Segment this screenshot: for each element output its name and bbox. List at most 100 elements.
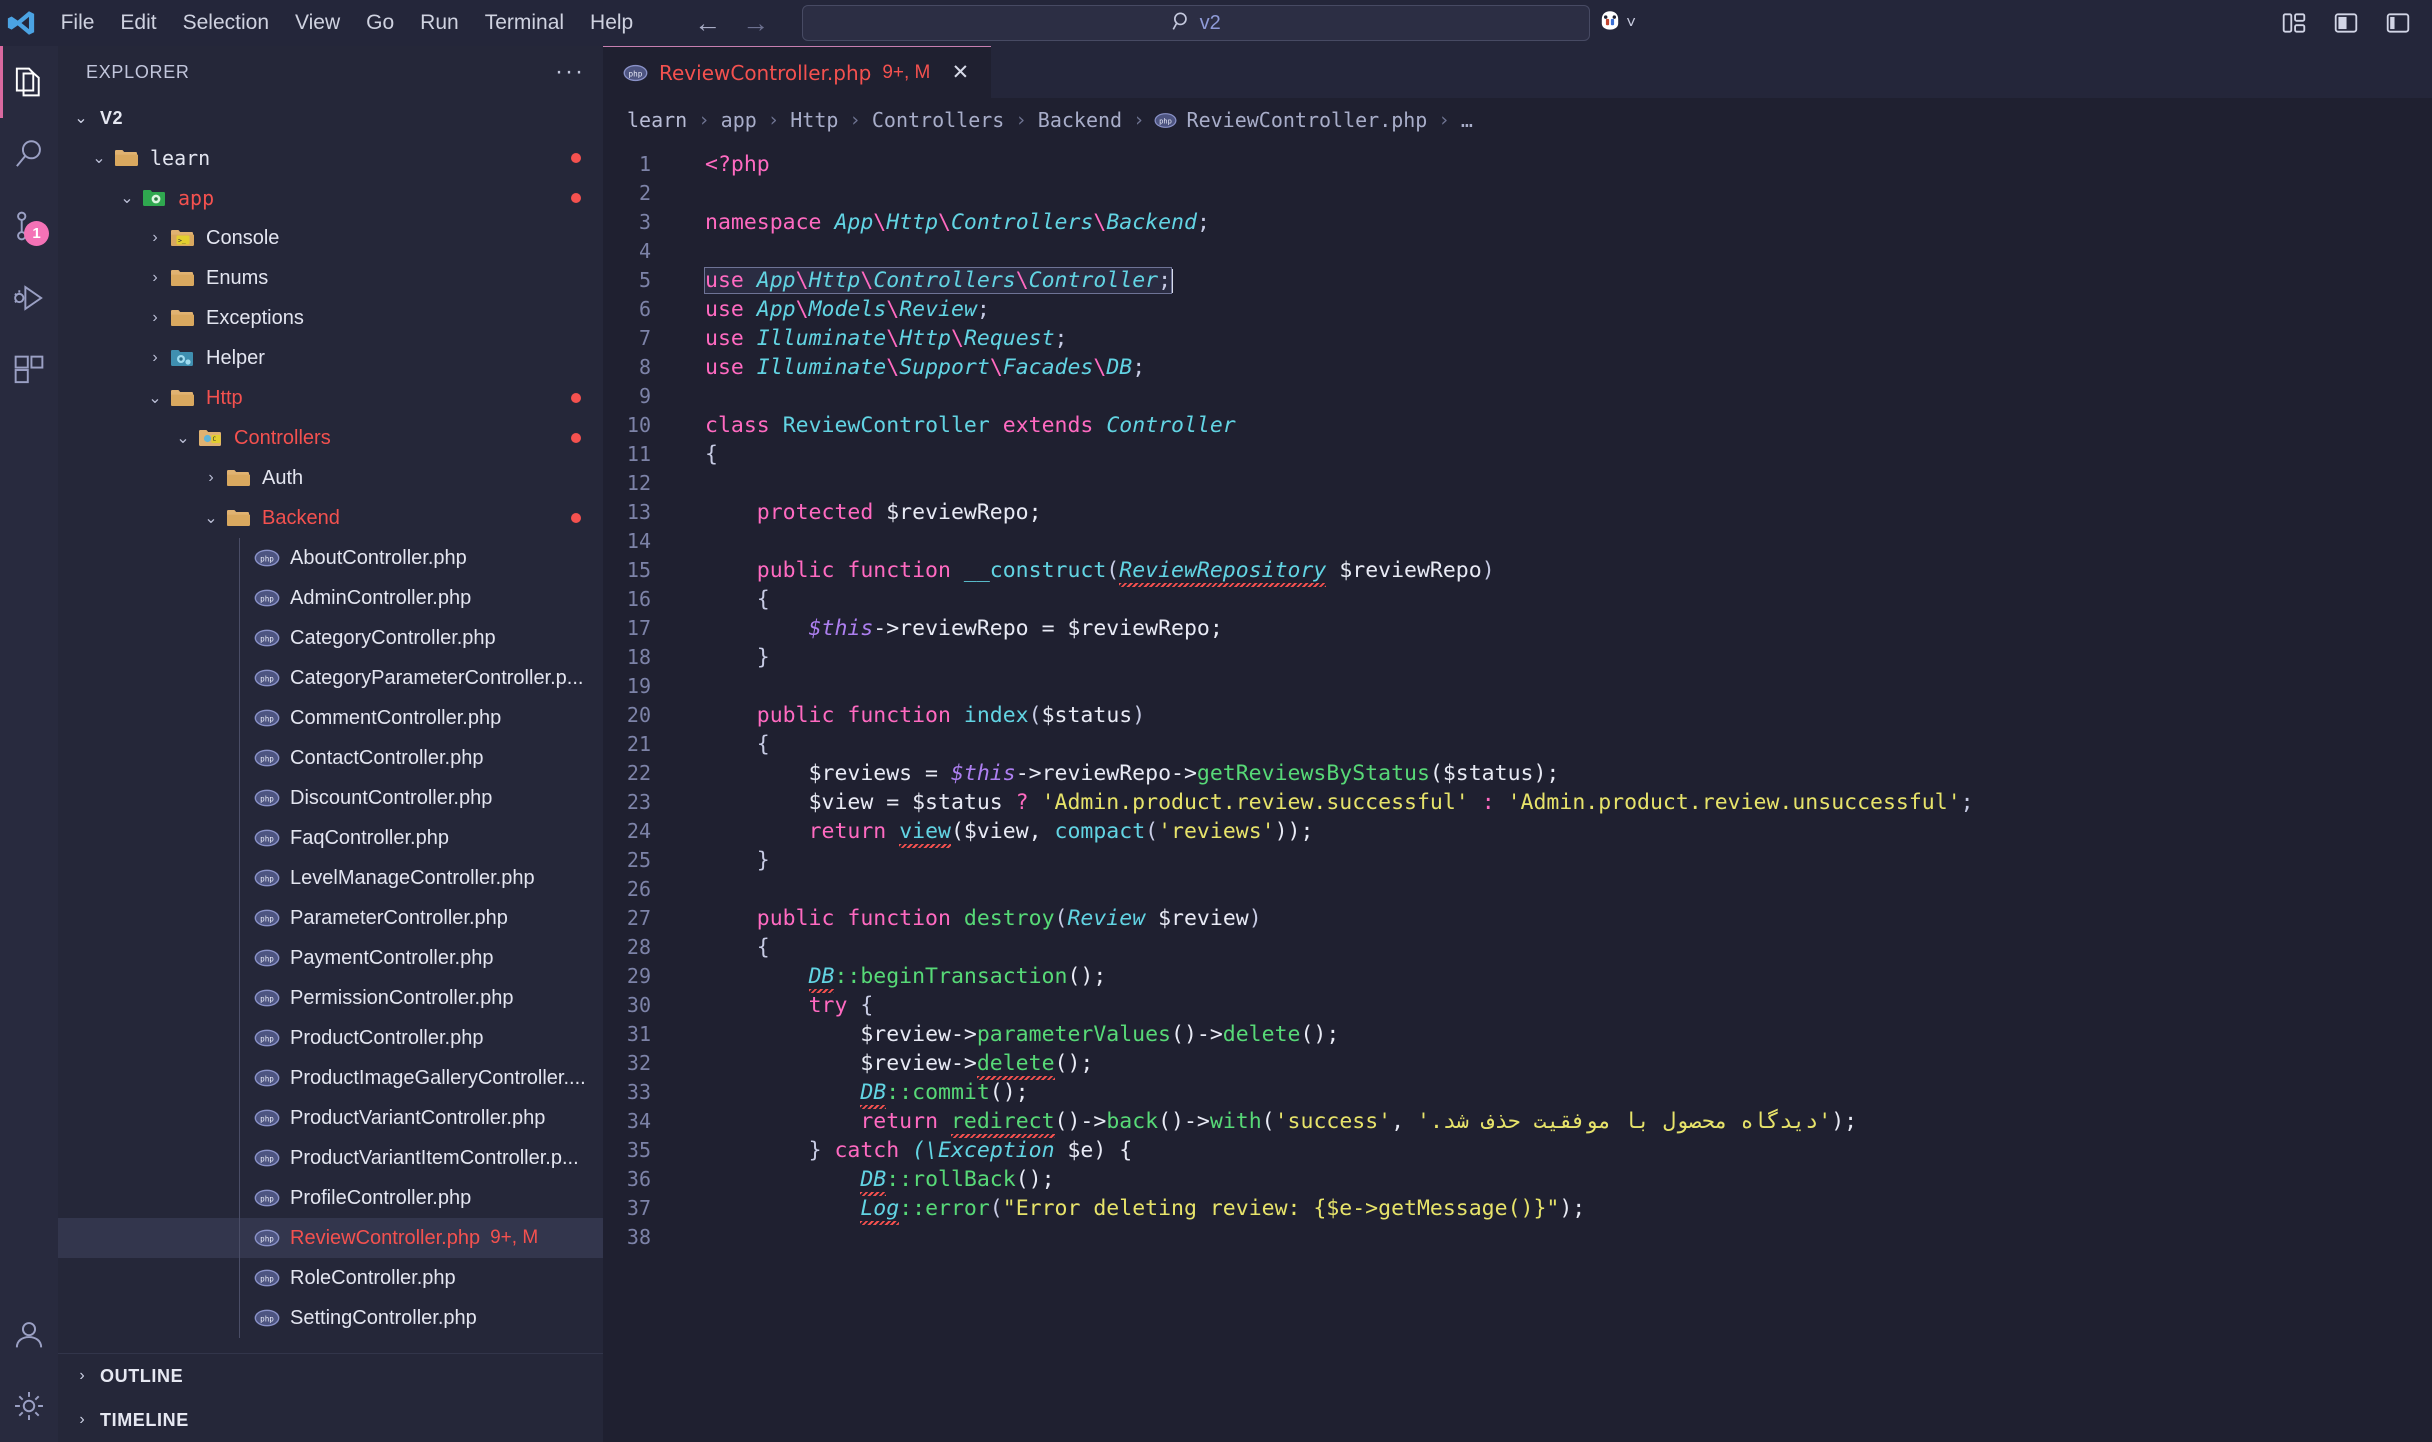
code-line[interactable]: 2 bbox=[603, 179, 2432, 208]
code-line[interactable]: 32 $review->delete(); bbox=[603, 1049, 2432, 1078]
tree-item-settingcontroller-php[interactable]: php SettingController.php bbox=[58, 1298, 603, 1338]
tree-item-aboutcontroller-php[interactable]: php AboutController.php bbox=[58, 538, 603, 578]
menu-go[interactable]: Go bbox=[353, 6, 407, 40]
code-line[interactable]: 27 public function destroy(Review $revie… bbox=[603, 904, 2432, 933]
breadcrumb-item-backend[interactable]: Backend bbox=[1036, 106, 1124, 134]
tree-item-admincontroller-php[interactable]: php AdminController.php bbox=[58, 578, 603, 618]
tree-item-enums[interactable]: › Enums bbox=[58, 258, 603, 298]
code-line[interactable]: 23 $view = $status ? 'Admin.product.revi… bbox=[603, 788, 2432, 817]
tree-item-backend[interactable]: ⌄ Backend bbox=[58, 498, 603, 538]
code-line[interactable]: 28 { bbox=[603, 933, 2432, 962]
menu-edit[interactable]: Edit bbox=[107, 6, 169, 40]
activity-run-and-debug[interactable] bbox=[0, 262, 58, 334]
tree-item-learn[interactable]: ⌄ learn bbox=[58, 138, 603, 178]
tree-item-paymentcontroller-php[interactable]: php PaymentController.php bbox=[58, 938, 603, 978]
toggle-panel-icon[interactable] bbox=[2270, 3, 2318, 43]
activity-settings-gear-icon[interactable] bbox=[0, 1370, 58, 1442]
chevron-right-icon[interactable]: › bbox=[142, 309, 168, 327]
tree-item-controllers[interactable]: ⌄ C Controllers bbox=[58, 418, 603, 458]
tree-item-permissioncontroller-php[interactable]: php PermissionController.php bbox=[58, 978, 603, 1018]
go-forward-icon[interactable]: → bbox=[742, 9, 769, 37]
activity-source-control[interactable]: 1 bbox=[0, 190, 58, 262]
copilot-button[interactable]: ˅ bbox=[1590, 3, 1642, 43]
code-line[interactable]: 35 } catch (\Exception $e) { bbox=[603, 1136, 2432, 1165]
chevron-down-icon[interactable]: ⌄ bbox=[86, 148, 112, 168]
tree-item-productvariantcontroller-php[interactable]: php ProductVariantController.php bbox=[58, 1098, 603, 1138]
toggle-secondary-sidebar-icon[interactable] bbox=[2322, 3, 2370, 43]
code-line[interactable]: 7 use Illuminate\Http\Request; bbox=[603, 324, 2432, 353]
code-line[interactable]: 6 use App\Models\Review; bbox=[603, 295, 2432, 324]
code-line[interactable]: 10 class ReviewController extends Control… bbox=[603, 411, 2432, 440]
tree-item-helper[interactable]: › Helper bbox=[58, 338, 603, 378]
quick-input-search-box[interactable]: v2 bbox=[802, 5, 1591, 41]
tree-item-productvariantitemcontroller-p[interactable]: php ProductVariantItemController.p... bbox=[58, 1138, 603, 1178]
code-line[interactable]: 19 bbox=[603, 672, 2432, 701]
code-line[interactable]: 30 try { bbox=[603, 991, 2432, 1020]
code-line[interactable]: 25 } bbox=[603, 846, 2432, 875]
chevron-right-icon[interactable]: › bbox=[142, 229, 168, 247]
activity-accounts[interactable] bbox=[0, 1298, 58, 1370]
code-line[interactable]: 4 bbox=[603, 237, 2432, 266]
code-line[interactable]: 15 public function __construct(ReviewRep… bbox=[603, 556, 2432, 585]
code-line[interactable]: 8 use Illuminate\Support\Facades\DB; bbox=[603, 353, 2432, 382]
chevron-right-icon[interactable]: › bbox=[72, 1411, 92, 1429]
code-line[interactable]: 1 <?php bbox=[603, 150, 2432, 179]
chevron-right-icon[interactable]: › bbox=[142, 269, 168, 287]
breadcrumb-item-http[interactable]: Http bbox=[788, 106, 840, 134]
menu-selection[interactable]: Selection bbox=[170, 6, 282, 40]
tree-item-categorycontroller-php[interactable]: php CategoryController.php bbox=[58, 618, 603, 658]
chevron-right-icon[interactable]: › bbox=[72, 1367, 92, 1385]
activity-explorer[interactable] bbox=[0, 46, 58, 118]
tree-item-console[interactable]: › >_ Console bbox=[58, 218, 603, 258]
code-line[interactable]: 22 $reviews = $this->reviewRepo->getRevi… bbox=[603, 759, 2432, 788]
code-line[interactable]: 37 Log::error("Error deleting review: {$… bbox=[603, 1194, 2432, 1223]
code-line[interactable]: 14 bbox=[603, 527, 2432, 556]
tree-item-auth[interactable]: › Auth bbox=[58, 458, 603, 498]
menu-file[interactable]: File bbox=[48, 6, 108, 40]
menu-run[interactable]: Run bbox=[407, 6, 472, 40]
chevron-down-icon[interactable]: ⌄ bbox=[70, 108, 92, 128]
code-line[interactable]: 21 { bbox=[603, 730, 2432, 759]
breadcrumb-item-more[interactable]: … bbox=[1459, 106, 1475, 134]
code-line[interactable]: 17 $this->reviewRepo = $reviewRepo; bbox=[603, 614, 2432, 643]
code-line[interactable]: 11 { bbox=[603, 440, 2432, 469]
timeline-panel-header[interactable]: › TIMELINE bbox=[58, 1398, 603, 1442]
code-line[interactable]: 33 DB::commit(); bbox=[603, 1078, 2432, 1107]
tree-item-exceptions[interactable]: › Exceptions bbox=[58, 298, 603, 338]
code-line[interactable]: 16 { bbox=[603, 585, 2432, 614]
chevron-right-icon[interactable]: › bbox=[198, 469, 224, 487]
code-line[interactable]: 24 return view($view, compact('reviews')… bbox=[603, 817, 2432, 846]
breadcrumb-item-app[interactable]: app bbox=[719, 106, 759, 134]
tree-item-categoryparametercontroller-p[interactable]: php CategoryParameterController.p... bbox=[58, 658, 603, 698]
chevron-down-icon[interactable]: ⌄ bbox=[114, 188, 140, 208]
tree-item-app[interactable]: ⌄ app bbox=[58, 178, 603, 218]
code-editor[interactable]: 1 <?php 2 3 namespace App\Http\Controllers\B… bbox=[603, 142, 2432, 1442]
activity-search[interactable] bbox=[0, 118, 58, 190]
sidebar-more-actions-icon[interactable]: ··· bbox=[555, 60, 585, 84]
outline-panel-header[interactable]: › OUTLINE bbox=[58, 1354, 603, 1398]
code-line[interactable]: 5 use App\Http\Controllers\Controller; bbox=[603, 266, 2432, 295]
code-line[interactable]: 20 public function index($status) bbox=[603, 701, 2432, 730]
customize-layout-icon[interactable] bbox=[2374, 3, 2422, 43]
code-line[interactable]: 36 DB::rollBack(); bbox=[603, 1165, 2432, 1194]
code-line[interactable]: 9 bbox=[603, 382, 2432, 411]
chevron-down-icon[interactable]: ⌄ bbox=[198, 508, 224, 528]
menu-terminal[interactable]: Terminal bbox=[472, 6, 577, 40]
tree-item-profilecontroller-php[interactable]: php ProfileController.php bbox=[58, 1178, 603, 1218]
tree-item-commentcontroller-php[interactable]: php CommentController.php bbox=[58, 698, 603, 738]
tree-item-http[interactable]: ⌄ Http bbox=[58, 378, 603, 418]
tree-item-parametercontroller-php[interactable]: php ParameterController.php bbox=[58, 898, 603, 938]
breadcrumb-item-file[interactable]: ReviewController.php bbox=[1185, 106, 1430, 134]
chevron-down-icon[interactable]: ⌄ bbox=[142, 388, 168, 408]
menu-view[interactable]: View bbox=[282, 6, 353, 40]
tree-item-rolecontroller-php[interactable]: php RoleController.php bbox=[58, 1258, 603, 1298]
code-line[interactable]: 3 namespace App\Http\Controllers\Backend; bbox=[603, 208, 2432, 237]
breadcrumb-item-controllers[interactable]: Controllers bbox=[870, 106, 1006, 134]
file-tree[interactable]: ⌄ V2 ⌄ learn ⌄ app › >_ Console › Enums › Exceptio… bbox=[58, 98, 603, 1353]
tree-item-discountcontroller-php[interactable]: php DiscountController.php bbox=[58, 778, 603, 818]
code-line[interactable]: 38 bbox=[603, 1223, 2432, 1252]
tab-reviewcontroller-php[interactable]: php ReviewController.php 9+, M ✕ bbox=[603, 46, 992, 98]
code-line[interactable]: 13 protected $reviewRepo; bbox=[603, 498, 2432, 527]
tree-item-faqcontroller-php[interactable]: php FaqController.php bbox=[58, 818, 603, 858]
close-icon[interactable]: ✕ bbox=[947, 62, 973, 83]
